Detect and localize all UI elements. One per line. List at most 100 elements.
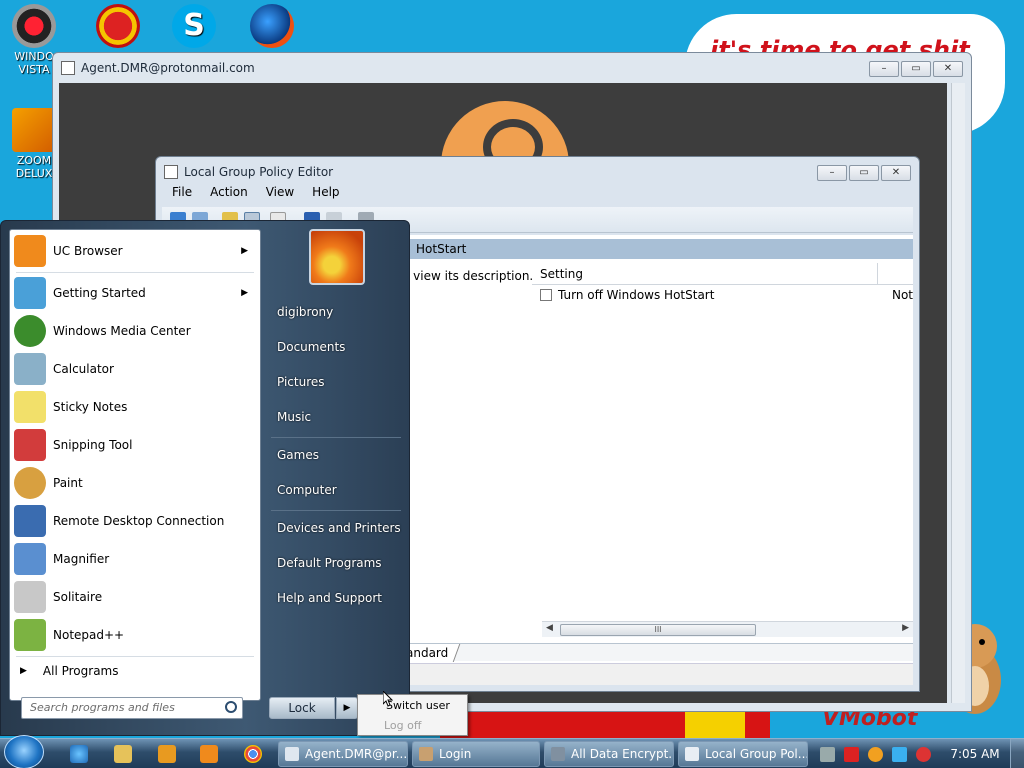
- program-sticky-notes[interactable]: Sticky Notes: [10, 388, 260, 426]
- start-search-input[interactable]: Search programs and files: [21, 697, 243, 719]
- calculator-icon: [14, 353, 46, 385]
- program-remote-desktop[interactable]: Remote Desktop Connection: [10, 502, 260, 540]
- skype-icon: S: [172, 4, 216, 48]
- media-center-icon: [14, 315, 46, 347]
- minimize-button[interactable]: –: [817, 165, 847, 181]
- start-item-documents[interactable]: Documents: [277, 340, 345, 354]
- task-label: Agent.DMR@pr...: [305, 747, 408, 761]
- view-tabs: andard: [398, 643, 913, 662]
- window-titlebar[interactable]: Local Group Policy Editor: [156, 157, 919, 187]
- minimize-button[interactable]: –: [869, 61, 899, 77]
- program-uc-browser[interactable]: UC Browser ▶: [10, 232, 260, 270]
- setting-label: Turn off Windows HotStart: [558, 288, 715, 302]
- program-snipping-tool[interactable]: Snipping Tool: [10, 426, 260, 464]
- desktop-icon-firefox[interactable]: [242, 4, 302, 50]
- menu-action[interactable]: Action: [210, 185, 248, 205]
- taskbar-item-login[interactable]: Login: [412, 741, 540, 767]
- desktop-icon-label: ZOOM DELUX: [15, 154, 53, 180]
- windows-vista-icon: [12, 4, 56, 48]
- maximize-button[interactable]: ▭: [849, 165, 879, 181]
- program-magnifier[interactable]: Magnifier: [10, 540, 260, 578]
- tray-volume-icon[interactable]: [916, 747, 931, 762]
- start-item-help-support[interactable]: Help and Support: [277, 591, 382, 605]
- start-item-devices-printers[interactable]: Devices and Printers: [277, 521, 401, 535]
- uc-browser-icon[interactable]: [200, 745, 218, 763]
- program-solitaire[interactable]: Solitaire: [10, 578, 260, 616]
- power-options-menu: Switch user Log off: [357, 694, 468, 736]
- taskbar-item-protonmail[interactable]: Agent.DMR@pr...: [278, 741, 408, 767]
- magnifier-icon: [14, 543, 46, 575]
- tray-app-icon[interactable]: [820, 747, 835, 762]
- system-clock[interactable]: 7:05 AM: [950, 739, 1000, 768]
- divider: [16, 272, 254, 273]
- task-label: All Data Encrypt...: [571, 747, 674, 761]
- tray-display-icon[interactable]: [892, 747, 907, 762]
- setting-state: Not: [891, 288, 913, 302]
- window-titlebar[interactable]: Agent.DMR@protonmail.com: [53, 53, 971, 83]
- menu-item-switch-user[interactable]: Switch user: [386, 699, 450, 712]
- program-calculator[interactable]: Calculator: [10, 350, 260, 388]
- program-media-center[interactable]: Windows Media Center: [10, 312, 260, 350]
- scroll-left-icon[interactable]: ◀: [546, 623, 553, 633]
- menu-file[interactable]: File: [172, 185, 192, 205]
- close-button[interactable]: ✕: [933, 61, 963, 77]
- lock-button[interactable]: Lock: [269, 697, 335, 719]
- horizontal-scrollbar[interactable]: ◀ III ▶: [542, 621, 913, 637]
- description-text: o view its description.: [402, 269, 534, 283]
- tab-label: andard: [406, 646, 449, 660]
- start-programs-pane: UC Browser ▶ Getting Started ▶ Windows M…: [9, 229, 261, 701]
- start-item-pictures[interactable]: Pictures: [277, 375, 325, 389]
- list-item[interactable]: Turn off Windows HotStart Not: [532, 285, 913, 305]
- expand-arrow-icon: ▶: [20, 666, 27, 676]
- menu-item-log-off[interactable]: Log off: [384, 719, 421, 732]
- tray-antivirus-icon[interactable]: [844, 747, 859, 762]
- program-label: UC Browser: [53, 244, 123, 258]
- taskbar-item-encrypt[interactable]: All Data Encrypt...: [544, 741, 674, 767]
- explorer-icon[interactable]: [114, 745, 132, 763]
- search-icon[interactable]: [225, 701, 237, 713]
- close-button[interactable]: ✕: [881, 165, 911, 181]
- all-programs-button[interactable]: ▶ All Programs: [20, 664, 119, 678]
- login-icon: [419, 747, 433, 761]
- start-button[interactable]: [4, 735, 44, 768]
- start-item-default-programs[interactable]: Default Programs: [277, 556, 382, 570]
- program-label: Calculator: [53, 362, 114, 376]
- policy-header: HotStart: [402, 239, 913, 259]
- desktop-icon-skype[interactable]: S: [164, 4, 224, 50]
- ie-icon[interactable]: [70, 745, 88, 763]
- program-paint[interactable]: Paint: [10, 464, 260, 502]
- scroll-thumb[interactable]: III: [560, 624, 756, 636]
- taskbar-item-gpe[interactable]: Local Group Pol...: [678, 741, 808, 767]
- start-menu: UC Browser ▶ Getting Started ▶ Windows M…: [0, 220, 410, 736]
- p-app-icon: [96, 4, 140, 48]
- scroll-right-icon[interactable]: ▶: [902, 623, 909, 633]
- user-avatar[interactable]: [309, 229, 365, 285]
- power-options-arrow[interactable]: ▶: [336, 697, 358, 719]
- show-desktop-button[interactable]: [1010, 739, 1024, 768]
- window-title: Local Group Policy Editor: [184, 165, 334, 179]
- start-item-games[interactable]: Games: [277, 448, 319, 462]
- window-icon: [61, 61, 75, 75]
- media-player-icon[interactable]: [158, 745, 176, 763]
- start-item-computer[interactable]: Computer: [277, 483, 337, 497]
- chrome-icon[interactable]: [244, 745, 262, 763]
- program-getting-started[interactable]: Getting Started ▶: [10, 274, 260, 312]
- maximize-button[interactable]: ▭: [901, 61, 931, 77]
- getting-started-icon: [14, 277, 46, 309]
- program-label: Snipping Tool: [53, 438, 133, 452]
- menu-help[interactable]: Help: [312, 185, 339, 205]
- task-label: Local Group Pol...: [705, 747, 808, 761]
- start-item-user[interactable]: digibrony: [277, 305, 333, 319]
- submenu-arrow-icon: ▶: [241, 246, 248, 256]
- solitaire-icon: [14, 581, 46, 613]
- notepadpp-icon: [14, 619, 46, 651]
- desktop-icon-p[interactable]: [88, 4, 148, 50]
- menu-view[interactable]: View: [266, 185, 294, 205]
- vertical-scrollbar[interactable]: [951, 83, 965, 703]
- program-label: Paint: [53, 476, 83, 490]
- start-item-music[interactable]: Music: [277, 410, 311, 424]
- program-notepadpp[interactable]: Notepad++: [10, 616, 260, 654]
- tray-search-icon[interactable]: [868, 747, 883, 762]
- column-setting[interactable]: Setting: [532, 263, 878, 284]
- all-programs-label: All Programs: [42, 664, 119, 678]
